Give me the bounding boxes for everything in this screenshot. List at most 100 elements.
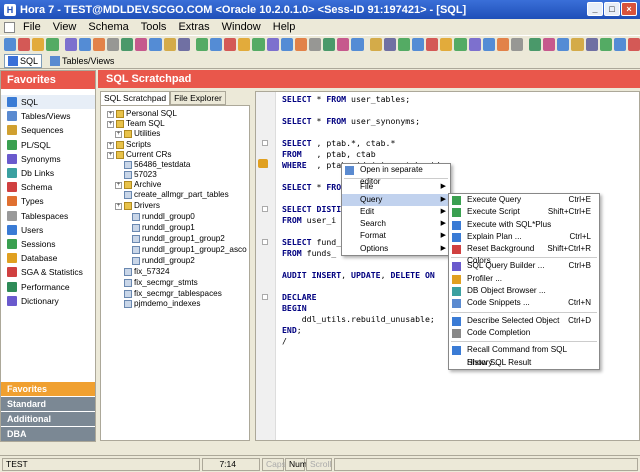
tree-node[interactable]: + Team SQL [107, 119, 165, 129]
favorites-item-users[interactable]: Users [1, 223, 95, 237]
fold-marker-icon[interactable] [262, 140, 268, 146]
tab-file-explorer[interactable]: File Explorer [170, 91, 226, 105]
favorites-item-schema[interactable]: Schema [1, 180, 95, 194]
menu-schema[interactable]: Schema [82, 21, 134, 33]
toolbar-button-icon[interactable] [252, 38, 265, 51]
toolbar-button-icon[interactable] [543, 38, 556, 51]
expand-icon[interactable]: + [115, 181, 122, 189]
tree-node[interactable]: fix_57324 [115, 267, 170, 277]
toolbar-button-icon[interactable] [496, 38, 509, 51]
toolbar-button-icon[interactable] [149, 38, 162, 51]
tree-node[interactable]: 57023 [115, 170, 157, 180]
favorites-item-synonyms[interactable]: Synonyms [1, 152, 95, 166]
toolbar-button-icon[interactable] [440, 38, 453, 51]
tree-node[interactable]: runddl_group0 [123, 212, 195, 222]
toolbar-button-icon[interactable] [46, 38, 59, 51]
code-line[interactable]: SELECT fund_ [282, 237, 341, 248]
context-menu-item-query[interactable]: Query ▶ [342, 193, 450, 206]
favorites-item-pl-sql[interactable]: PL/SQL [1, 138, 95, 152]
toolbar-button-icon[interactable] [163, 38, 176, 51]
toolbar-button-icon[interactable] [468, 38, 481, 51]
code-line[interactable]: END; [282, 325, 302, 336]
code-line[interactable]: / [282, 336, 287, 347]
fold-marker-icon[interactable] [262, 206, 268, 212]
toolbar-button-icon[interactable] [599, 38, 612, 51]
code-line[interactable]: AUDIT INSERT, UPDATE, DELETE ON [282, 270, 435, 281]
favorites-item-tables-views[interactable]: Tables/Views [1, 109, 95, 123]
toolbar-button-icon[interactable] [510, 38, 524, 51]
menu-window[interactable]: Window [216, 21, 267, 33]
toolbar-button-icon[interactable] [266, 38, 279, 51]
query-menu-item-profiler[interactable]: Profiler ... [449, 273, 599, 285]
title-bar[interactable]: H Hora 7 - TEST@MDLDEV.SCGO.COM <Oracle … [0, 0, 640, 19]
tree-node[interactable]: runddl_group1 [123, 223, 195, 233]
toolbar-button-icon[interactable] [351, 38, 364, 51]
toolbar-button-icon[interactable] [323, 38, 336, 51]
toolbar-button-icon[interactable] [92, 38, 105, 51]
query-menu-item-execute-query[interactable]: Execute Query Ctrl+E [449, 194, 599, 206]
code-line[interactable]: ddl_utils.rebuild_unusable; [282, 314, 435, 325]
toolbar-button-icon[interactable] [337, 38, 350, 51]
menu-tools[interactable]: Tools [135, 21, 173, 33]
query-menu-item-explain-plan[interactable]: Explain Plan ... Ctrl+L [449, 231, 599, 243]
query-menu-item-recall-command-from-sql-history[interactable]: Recall Command from SQL History ... [449, 344, 599, 367]
tree-node[interactable]: runddl_group1_group2_asco [123, 245, 247, 255]
context-menu-item-options[interactable]: Options ▶ [342, 243, 450, 255]
code-line[interactable]: SELECT * FROM user_tables; [282, 94, 410, 105]
toolbar-button-icon[interactable] [411, 38, 425, 51]
toolbar-button-icon[interactable] [571, 38, 584, 51]
menu-extras[interactable]: Extras [172, 21, 215, 33]
toolbar-button-icon[interactable] [238, 38, 251, 51]
close-button[interactable]: × [621, 2, 637, 16]
toolbar-button-icon[interactable] [78, 38, 91, 51]
tree-node[interactable]: + Current CRs [107, 150, 172, 160]
toolbar-button-icon[interactable] [106, 38, 120, 51]
tree-node[interactable]: 56486_testdata [115, 160, 190, 170]
toolbar-button-icon[interactable] [482, 38, 495, 51]
toolbar-button-icon[interactable] [397, 38, 410, 51]
favorites-item-db-links[interactable]: Db Links [1, 166, 95, 180]
query-menu-item-show-sql-result[interactable]: Show SQL Result [449, 357, 599, 369]
favorites-item-tablespaces[interactable]: Tablespaces [1, 209, 95, 223]
code-line[interactable]: SELECT DISTI [282, 204, 341, 215]
view-sql-button[interactable]: SQL [4, 53, 43, 68]
group-standard-button[interactable]: Standard [1, 396, 95, 411]
query-menu-item-sql-query-builder[interactable]: SQL Query Builder ... Ctrl+B [449, 260, 599, 272]
toolbar-button-icon[interactable] [529, 38, 542, 51]
code-line[interactable]: FROM , ptab, ctab [282, 149, 376, 160]
tree-node[interactable]: pjmdemo_indexes [115, 299, 200, 309]
toolbar-button-icon[interactable] [613, 38, 627, 51]
tree-node[interactable]: + Personal SQL [107, 109, 177, 119]
expand-icon[interactable]: + [115, 130, 122, 138]
toolbar-button-icon[interactable] [209, 38, 223, 51]
tree-node[interactable]: fix_secmgr_stmts [115, 278, 198, 288]
query-menu-item-reset-background-colors[interactable]: Reset Background Colors Shift+Ctrl+R [449, 243, 599, 265]
toolbar-button-icon[interactable] [177, 38, 190, 51]
expand-icon[interactable]: + [107, 141, 114, 149]
tree-node[interactable]: runddl_group1_group2 [123, 234, 225, 244]
toolbar-button-icon[interactable] [280, 38, 293, 51]
maximize-button[interactable]: □ [604, 2, 620, 16]
code-line[interactable]: DECLARE [282, 292, 317, 303]
toolbar-button-icon[interactable] [195, 38, 208, 51]
favorites-item-dictionary[interactable]: Dictionary [1, 294, 95, 308]
toolbar-button-icon[interactable] [135, 38, 148, 51]
tree-node[interactable]: create_allmgr_part_tables [115, 190, 229, 200]
fold-marker-icon[interactable] [262, 239, 268, 245]
query-menu-item-code-completion[interactable]: Code Completion [449, 327, 599, 339]
tree-node[interactable]: + Scripts [107, 140, 151, 150]
group-additional-button[interactable]: Additional [1, 411, 95, 426]
document-icon[interactable] [4, 21, 15, 33]
query-menu-item-db-object-browser[interactable]: DB Object Browser ... [449, 285, 599, 297]
code-line[interactable]: FROM user_i [282, 215, 336, 226]
query-menu-item-describe-selected-object[interactable]: Describe Selected Object Ctrl+D [449, 315, 599, 327]
favorites-item-sequences[interactable]: Sequences [1, 123, 95, 137]
minimize-button[interactable]: _ [587, 2, 603, 16]
query-menu-item-execute-script[interactable]: Execute Script Shift+Ctrl+E [449, 206, 599, 218]
tree-node[interactable]: + Drivers [115, 201, 160, 211]
context-menu-item-open-in-separate-editor[interactable]: Open in separate editor [342, 164, 450, 186]
toolbar-button-icon[interactable] [121, 38, 134, 51]
toolbar-button-icon[interactable] [383, 38, 396, 51]
toolbar-button-icon[interactable] [628, 38, 640, 51]
context-menu-item-edit[interactable]: Edit ▶ [342, 206, 450, 218]
